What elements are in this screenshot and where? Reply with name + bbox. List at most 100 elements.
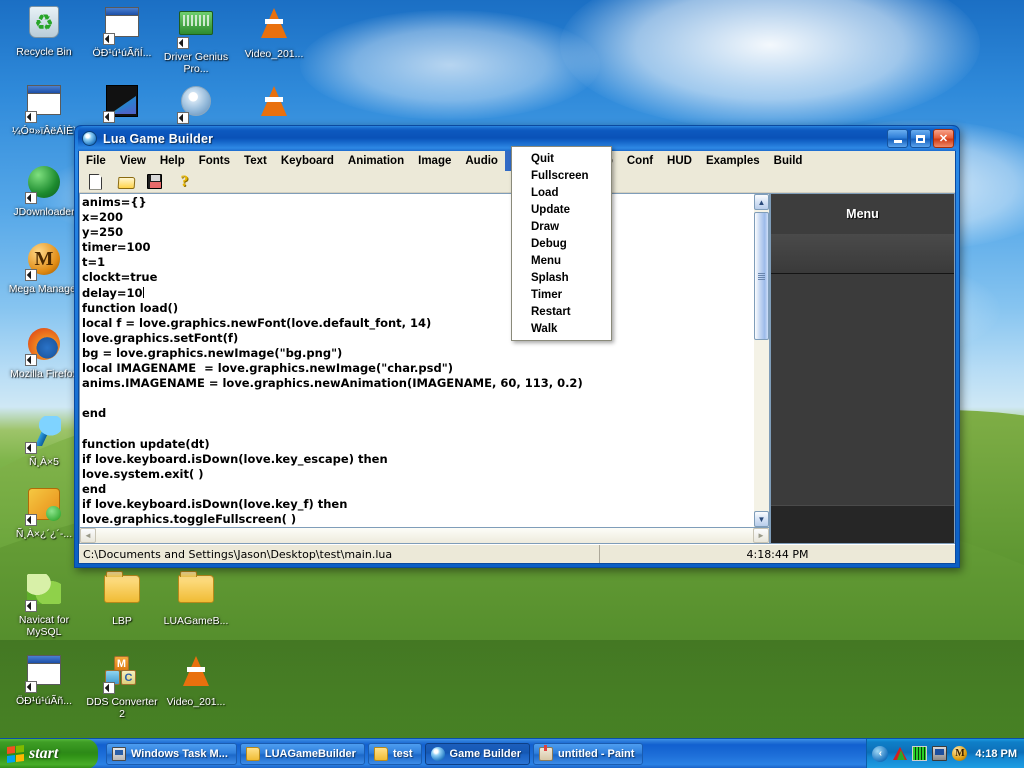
- editor-horizontal-scrollbar[interactable]: ◄ ►: [79, 528, 770, 544]
- lua-game-builder-window[interactable]: Lua Game Builder ✕ File View Help Fonts Text…: [74, 125, 960, 568]
- desktop-icon[interactable]: Recycle Bin: [6, 4, 82, 59]
- folder-icon: [103, 571, 141, 613]
- desktop-icon[interactable]: ÖÐ¹ú¹úÃñÍ...: [84, 4, 160, 60]
- desktop-icon-label: Video_201...: [244, 48, 304, 60]
- desktop-icon[interactable]: JDownloader: [6, 163, 82, 219]
- shortcut-overlay-icon: [25, 192, 37, 204]
- menu-item-menu[interactable]: Menu: [512, 252, 611, 269]
- minimize-button[interactable]: [887, 129, 908, 148]
- desktop-icon[interactable]: M C DDS Converter 2: [84, 652, 160, 720]
- menu-view[interactable]: View: [113, 151, 153, 171]
- firefox-icon: [25, 328, 63, 366]
- ps3-palette-icon: [103, 85, 141, 123]
- menu-conf[interactable]: Conf: [620, 151, 660, 171]
- menu-item-walk[interactable]: Walk: [512, 320, 611, 337]
- game-preview-panel[interactable]: Menu: [770, 193, 955, 544]
- desktop-icon[interactable]: ¼Ó¤»ïÂëÁÌÈì: [6, 82, 82, 138]
- desktop-icon[interactable]: [84, 82, 160, 126]
- menu-item-update[interactable]: Update: [512, 201, 611, 218]
- taskbar-button[interactable]: LUAGameBuilder: [239, 742, 365, 765]
- maximize-button[interactable]: [910, 129, 931, 148]
- menu-item-timer[interactable]: Timer: [512, 286, 611, 303]
- menu-keyboard[interactable]: Keyboard: [274, 151, 341, 171]
- navicat-icon: [25, 574, 63, 612]
- window-controls[interactable]: ✕: [887, 129, 956, 148]
- editor-vertical-scrollbar[interactable]: ▲ ▼: [754, 193, 770, 528]
- menu-item-restart[interactable]: Restart: [512, 303, 611, 320]
- taskbar-clock[interactable]: 4:18 PM: [975, 748, 1017, 760]
- new-file-icon[interactable]: [89, 173, 106, 190]
- desktop-icon[interactable]: ÖÐ¹ú¹úÃñ...: [6, 652, 82, 708]
- menu-item-debug[interactable]: Debug: [512, 235, 611, 252]
- menu-item-draw[interactable]: Draw: [512, 218, 611, 235]
- desktop-icon[interactable]: Ñ¸À×¿´¿´-...: [6, 485, 82, 541]
- tray-icon-group[interactable]: M: [893, 746, 968, 761]
- taskbar-button-label: Windows Task M...: [131, 747, 228, 760]
- menu-item-splash[interactable]: Splash: [512, 269, 611, 286]
- preview-body: [771, 274, 954, 505]
- menu-build[interactable]: Build: [767, 151, 810, 171]
- vertical-scroll-thumb[interactable]: [754, 212, 769, 340]
- green-grid-icon[interactable]: [912, 746, 928, 761]
- network-icon[interactable]: [932, 746, 948, 761]
- taskbar-button[interactable]: untitled - Paint: [533, 742, 644, 765]
- menu-image[interactable]: Image: [411, 151, 458, 171]
- system-tray[interactable]: ‹ M 4:18 PM: [866, 738, 1024, 768]
- window-shortcut-icon: [25, 655, 63, 693]
- start-button[interactable]: start: [0, 738, 98, 768]
- functions-dropdown-menu[interactable]: Quit Fullscreen Load Update Draw Debug Menu Spl…: [511, 146, 612, 341]
- desktop-icon[interactable]: LUAGameB...: [158, 570, 234, 628]
- vertical-scroll-track[interactable]: [754, 210, 769, 511]
- desktop-icon-label: JDownloader: [13, 206, 75, 218]
- menu-file[interactable]: File: [79, 151, 113, 171]
- taskbar-buttons[interactable]: Windows Task M... LUAGameBuilder test Game …: [106, 742, 644, 765]
- task-manager-icon: [112, 746, 126, 761]
- desktop[interactable]: Recycle Bin ÖÐ¹ú¹úÃñÍ... Driver Genius Pro…: [0, 0, 1024, 768]
- desktop-icon[interactable]: Driver Genius Pro...: [158, 4, 234, 75]
- menu-examples[interactable]: Examples: [699, 151, 767, 171]
- menu-audio[interactable]: Audio: [458, 151, 505, 171]
- menu-item-quit[interactable]: Quit: [512, 150, 611, 167]
- desktop-icon-label: Navicat for MySQL: [18, 614, 70, 638]
- vlc-cone-icon: [255, 86, 293, 124]
- scroll-left-button[interactable]: ◄: [80, 528, 96, 543]
- menu-item-fullscreen[interactable]: Fullscreen: [512, 167, 611, 184]
- horizontal-scroll-track[interactable]: [96, 528, 753, 543]
- code-editor[interactable]: anims={} x=200 y=250 timer=100 t=1 clock…: [79, 193, 754, 528]
- menu-animation[interactable]: Animation: [341, 151, 411, 171]
- thunder-player-icon: [25, 488, 63, 526]
- mega-tray-icon[interactable]: M: [952, 746, 968, 761]
- volume-triangle-icon[interactable]: [893, 747, 908, 760]
- desktop-icon[interactable]: Ñ¸À×5: [6, 412, 82, 469]
- desktop-icon[interactable]: [158, 82, 234, 127]
- help-icon[interactable]: ?: [176, 173, 193, 190]
- desktop-icon[interactable]: [236, 82, 312, 127]
- desktop-icon[interactable]: LBP: [84, 570, 160, 628]
- taskbar[interactable]: start Windows Task M... LUAGameBuilder tes…: [0, 738, 1024, 768]
- save-file-icon[interactable]: [147, 173, 164, 190]
- desktop-icon[interactable]: Video_201...: [236, 4, 312, 61]
- open-file-icon[interactable]: [117, 174, 136, 190]
- desktop-icon[interactable]: Video_201...: [158, 652, 234, 709]
- menu-text[interactable]: Text: [237, 151, 274, 171]
- taskbar-button-label: test: [392, 747, 413, 760]
- menu-hud[interactable]: HUD: [660, 151, 699, 171]
- menu-fonts[interactable]: Fonts: [192, 151, 237, 171]
- taskbar-button[interactable]: test: [367, 742, 422, 765]
- close-button[interactable]: ✕: [933, 129, 954, 148]
- tray-expand-icon[interactable]: ‹: [872, 745, 889, 762]
- scroll-down-button[interactable]: ▼: [754, 511, 769, 527]
- desktop-icon[interactable]: Navicat for MySQL: [6, 570, 82, 638]
- scroll-up-button[interactable]: ▲: [754, 194, 769, 210]
- menu-item-load[interactable]: Load: [512, 184, 611, 201]
- desktop-icon-label: Driver Genius Pro...: [163, 51, 229, 75]
- taskbar-button[interactable]: Game Builder: [424, 742, 531, 765]
- scroll-right-button[interactable]: ►: [753, 528, 769, 543]
- window-shortcut-icon: [25, 85, 63, 123]
- desktop-icon-label: DDS Converter 2: [86, 696, 158, 720]
- desktop-icon[interactable]: M Mega Manager: [6, 240, 82, 296]
- desktop-icon[interactable]: Mozilla Firefox: [6, 325, 82, 381]
- desktop-icon-label: ¼Ó¤»ïÂëÁÌÈì: [11, 125, 77, 137]
- menu-help[interactable]: Help: [153, 151, 192, 171]
- taskbar-button[interactable]: Windows Task M...: [106, 742, 237, 765]
